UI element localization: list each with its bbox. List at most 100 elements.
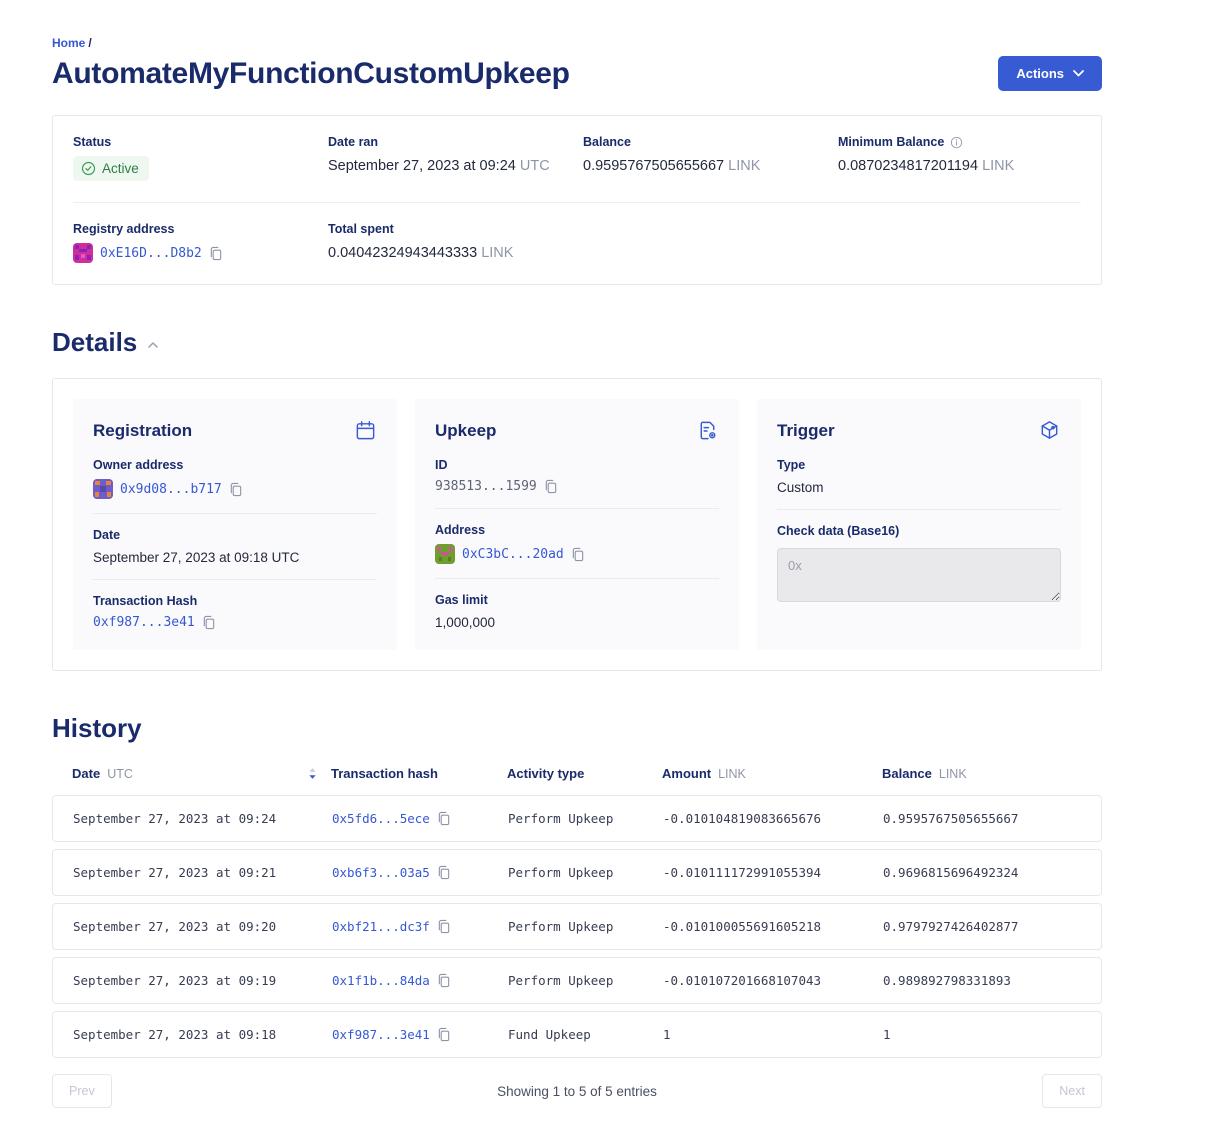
row-amount: -0.010111172991055394 (663, 865, 883, 880)
total-spent-value: 0.04042324943443333 (328, 245, 477, 261)
copy-icon[interactable] (437, 811, 451, 826)
table-row: September 27, 2023 at 09:18 0xf987...3e4… (52, 1011, 1102, 1058)
copy-icon[interactable] (229, 482, 243, 497)
copy-icon[interactable] (209, 246, 223, 261)
breadcrumb-home-link[interactable]: Home (52, 36, 85, 50)
row-tx-link[interactable]: 0x1f1b...84da (332, 973, 430, 988)
pagination: Prev Showing 1 to 5 of 5 entries Next (52, 1074, 1102, 1132)
copy-icon[interactable] (437, 865, 451, 880)
chevron-up-icon (148, 342, 158, 348)
copy-icon[interactable] (544, 479, 558, 494)
row-tx-cell: 0x5fd6...5ece (332, 811, 508, 826)
column-tx-label: Transaction hash (331, 766, 438, 781)
column-activity-label: Activity type (507, 766, 584, 781)
upkeep-address-identicon (435, 544, 455, 564)
column-activity: Activity type (507, 766, 662, 781)
row-balance: 0.9595767505655667 (883, 811, 1101, 826)
row-tx-cell: 0xb6f3...03a5 (332, 865, 508, 880)
column-date: Date UTC (72, 766, 331, 781)
summary-status: Status Active (73, 135, 328, 181)
row-balance: 0.9797927426402877 (883, 919, 1101, 934)
history-table-header: Date UTC Transaction hash Activity type … (52, 744, 1102, 795)
registration-date-value: September 27, 2023 at 09:18 UTC (93, 550, 377, 565)
column-balance-label: Balance (882, 766, 932, 781)
copy-icon[interactable] (571, 547, 585, 562)
row-date: September 27, 2023 at 09:18 (73, 1027, 332, 1042)
date-ran-label: Date ran (328, 135, 583, 149)
table-row: September 27, 2023 at 09:24 0x5fd6...5ec… (52, 795, 1102, 842)
page-title: AutomateMyFunctionCustomUpkeep (52, 57, 570, 91)
copy-icon[interactable] (437, 973, 451, 988)
trigger-title: Trigger (777, 421, 835, 441)
row-activity: Fund Upkeep (508, 1027, 663, 1042)
summary-card: Status Active Date ran September 27, 202… (52, 115, 1102, 285)
row-tx-link[interactable]: 0x5fd6...5ece (332, 811, 430, 826)
row-date: September 27, 2023 at 09:24 (73, 811, 332, 826)
column-tx: Transaction hash (331, 766, 507, 781)
cube-icon (1038, 419, 1061, 442)
details-heading: Details (52, 327, 137, 358)
min-balance-suffix: LINK (982, 158, 1014, 174)
page-container: Home/ AutomateMyFunctionCustomUpkeep Act… (52, 0, 1102, 1132)
registration-tx-link[interactable]: 0xf987...3e41 (93, 615, 195, 630)
gas-limit-field: Gas limit 1,000,000 (435, 578, 719, 630)
registry-identicon (73, 243, 93, 263)
balance-suffix: LINK (728, 158, 760, 174)
breadcrumb-separator: / (88, 36, 91, 50)
summary-registry: Registry address 0xE16D...D8b2 (73, 222, 328, 263)
row-tx-link[interactable]: 0xb6f3...03a5 (332, 865, 430, 880)
owner-address-link[interactable]: 0x9d08...b717 (120, 482, 222, 497)
actions-button[interactable]: Actions (998, 56, 1102, 91)
trigger-type-value: Custom (777, 480, 1061, 495)
total-spent-label: Total spent (328, 222, 583, 236)
total-spent-suffix: LINK (481, 245, 513, 261)
details-collapse-toggle[interactable] (146, 340, 160, 350)
info-icon[interactable] (950, 136, 963, 149)
summary-total-spent: Total spent 0.04042324943443333 LINK (328, 222, 583, 263)
registry-address-link[interactable]: 0xE16D...D8b2 (100, 246, 202, 261)
upkeep-address-link[interactable]: 0xC3bC...20ad (462, 547, 564, 562)
column-amount-label: Amount (662, 766, 711, 781)
document-gear-icon (696, 419, 719, 442)
row-amount: -0.010104819083665676 (663, 811, 883, 826)
registration-card: Registration Owner address 0x9d08...b717 (73, 399, 397, 650)
row-tx-link[interactable]: 0xf987...3e41 (332, 1027, 430, 1042)
row-activity: Perform Upkeep (508, 919, 663, 934)
next-button[interactable]: Next (1042, 1074, 1102, 1108)
registration-tx-field: Transaction Hash 0xf987...3e41 (93, 579, 377, 630)
row-date: September 27, 2023 at 09:20 (73, 919, 332, 934)
row-tx-cell: 0x1f1b...84da (332, 973, 508, 988)
row-balance: 0.9696815696492324 (883, 865, 1101, 880)
copy-icon[interactable] (437, 1027, 451, 1042)
upkeep-card: Upkeep ID 938513...1599 Address (415, 399, 739, 650)
row-date: September 27, 2023 at 09:19 (73, 973, 332, 988)
calendar-icon (354, 419, 377, 442)
column-amount-suffix: LINK (718, 767, 746, 781)
prev-button[interactable]: Prev (52, 1074, 112, 1108)
column-date-label: Date (72, 766, 100, 781)
trigger-type-field: Type Custom (777, 458, 1061, 509)
copy-icon[interactable] (202, 615, 216, 630)
column-balance: Balance LINK (882, 766, 1102, 781)
owner-address-label: Owner address (93, 458, 377, 472)
row-tx-link[interactable]: 0xbf21...dc3f (332, 919, 430, 934)
actions-button-label: Actions (1016, 66, 1064, 81)
row-amount: 1 (663, 1027, 883, 1042)
registration-title: Registration (93, 421, 192, 441)
sort-arrows-icon[interactable] (308, 767, 317, 780)
pagination-info: Showing 1 to 5 of 5 entries (497, 1084, 657, 1099)
details-card: Registration Owner address 0x9d08...b717 (52, 378, 1102, 671)
balance-label: Balance (583, 135, 838, 149)
row-balance: 1 (883, 1027, 1101, 1042)
owner-identicon (93, 479, 113, 499)
status-value: Active (102, 161, 139, 176)
row-activity: Perform Upkeep (508, 811, 663, 826)
balance-value: 0.9595767505655667 (583, 158, 724, 174)
row-tx-cell: 0xf987...3e41 (332, 1027, 508, 1042)
copy-icon[interactable] (437, 919, 451, 934)
upkeep-id-value: 938513...1599 (435, 479, 537, 494)
column-date-suffix: UTC (107, 767, 133, 781)
row-balance: 0.989892798331893 (883, 973, 1101, 988)
owner-address-field: Owner address 0x9d08...b717 (93, 458, 377, 513)
trigger-card: Trigger Type Custom Check data (Base16) (757, 399, 1081, 650)
